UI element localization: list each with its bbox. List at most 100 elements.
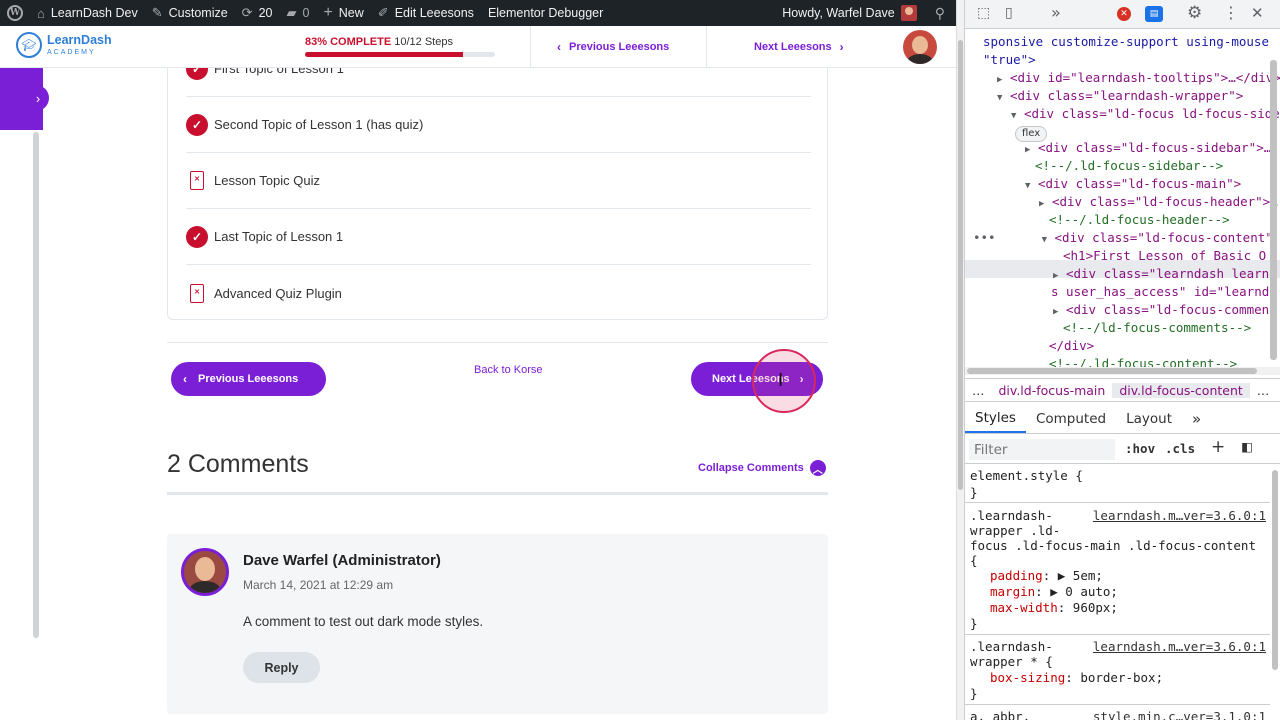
dom-node[interactable]: ▶ <div class="ld-focus-header">… — [1039, 193, 1278, 211]
wp-logo-menu[interactable]: W — [0, 0, 30, 26]
new-rule-plus-icon[interactable]: + — [1211, 437, 1225, 457]
rule-separator — [965, 502, 1270, 503]
topic-item[interactable]: ✓ Second Topic of Lesson 1 (has quiz) — [186, 97, 811, 153]
admin-avatar — [900, 5, 917, 21]
rule-separator — [965, 704, 1270, 705]
focus-content: › ✓ First Topic of Lesson 1 ✓ Second Topic… — [0, 68, 956, 720]
previous-lesson-button[interactable]: ‹ Previous Leeesons — [171, 362, 326, 396]
admin-search[interactable]: ⚲ — [924, 0, 956, 26]
rule-selector[interactable]: .learndash- — [970, 508, 1053, 523]
my-account-menu[interactable]: Howdy, Warfel Dave — [775, 0, 924, 26]
dom-node[interactable]: ▶ <div class="ld-focus-sidebar">… — [1025, 139, 1271, 157]
dom-node[interactable]: ▶ <div id="learndash-tooltips">…</div> — [997, 69, 1280, 87]
reply-button[interactable]: Reply — [243, 652, 320, 683]
device-toolbar-icon[interactable]: ▯ — [1005, 5, 1013, 21]
progress-bar — [305, 52, 495, 57]
elementor-debugger-menu[interactable]: Elementor Debugger — [481, 0, 610, 26]
header-previous-lesson-link[interactable]: ‹ Previous Leeesons — [530, 26, 706, 67]
comment-author: Dave Warfel (Administrator) — [243, 552, 441, 569]
comment-date[interactable]: March 14, 2021 at 12:29 am — [243, 578, 393, 592]
css-property[interactable]: padding: ▶ 5em; — [990, 568, 1103, 583]
breadcrumb-item[interactable]: div.ld-focus-main — [992, 383, 1113, 398]
quiz-item[interactable]: ✕ Advanced Quiz Plugin — [186, 265, 811, 321]
rule-selector[interactable]: focus .ld-focus-main .ld-focus-content — [970, 538, 1256, 553]
rule-source-link[interactable]: learndash.m…ver=3.6.0:1 — [1093, 639, 1266, 654]
inspect-icon[interactable]: ⬚ — [977, 5, 990, 21]
tab-computed[interactable]: Computed — [1026, 404, 1116, 433]
sidebar-expand-button[interactable]: › — [27, 85, 49, 111]
site-name-menu[interactable]: ⌂ LearnDash Dev — [30, 0, 145, 26]
settings-gear-icon[interactable]: ⚙ — [1187, 3, 1202, 23]
chevron-left-icon: ‹ — [183, 372, 187, 386]
more-tabs-icon[interactable]: » — [1182, 404, 1211, 433]
more-tabs-icon[interactable]: » — [1051, 3, 1061, 22]
dom-node[interactable]: ▶ <div class="learndash learn — [1053, 265, 1269, 283]
toggle-sidebar-icon[interactable]: ◧ — [1241, 439, 1253, 454]
rule-selector[interactable]: .learndash- — [970, 639, 1053, 654]
css-property[interactable]: margin: ▶ 0 auto; — [990, 584, 1118, 599]
edit-link[interactable]: ✐ Edit Leeesons — [371, 0, 481, 26]
dom-node[interactable]: sponsive customize-support using-mouse — [983, 33, 1269, 51]
dom-node[interactable]: ▼ <div class="learndash-wrapper"> — [997, 87, 1243, 105]
rule-source-link[interactable]: style.min.c…ver=3.1.0:1 — [1093, 709, 1266, 720]
dom-node[interactable]: </div> — [1049, 337, 1094, 355]
cls-toggle[interactable]: .cls — [1165, 441, 1195, 456]
message-badge-icon[interactable]: ▤ — [1145, 6, 1163, 22]
hov-toggle[interactable]: :hov — [1125, 441, 1155, 456]
back-to-course-link[interactable]: Back to Korse — [474, 364, 542, 376]
css-property[interactable]: max-width: 960px; — [990, 600, 1118, 615]
dom-node[interactable]: s user_has_access" id="learnd — [1051, 283, 1269, 301]
dom-node[interactable]: ▶ <div class="ld-focus-comment — [1053, 301, 1277, 319]
screen: W ⌂ LearnDash Dev ✎ Customize ⟳ 20 ▰ 0 + New … — [0, 0, 1280, 720]
updates-link[interactable]: ⟳ 20 — [235, 0, 280, 26]
chevron-right-icon: › — [839, 39, 844, 54]
dom-comment[interactable]: <!--/ld-focus-comments--> — [1063, 319, 1251, 337]
customize-link[interactable]: ✎ Customize — [145, 0, 235, 26]
comments-link[interactable]: ▰ 0 — [279, 0, 316, 26]
rule-selector[interactable]: wrapper * { — [970, 654, 1053, 669]
breadcrumb-overflow[interactable]: … — [965, 383, 992, 398]
rule-source-link[interactable]: learndash.m…ver=3.6.0:1 — [1093, 508, 1266, 523]
elements-vertical-scrollbar[interactable] — [1270, 60, 1277, 360]
page-scrollbar-thumb[interactable] — [958, 40, 963, 490]
elements-breadcrumb: … div.ld-focus-main div.ld-focus-content… — [965, 378, 1280, 402]
quiz-item[interactable]: ✕ Lesson Topic Quiz — [186, 153, 811, 209]
header-next-lesson-link[interactable]: Next Leeesons › — [706, 26, 888, 67]
dom-comment[interactable]: <!--/.ld-focus-sidebar--> — [1035, 157, 1223, 175]
topic-item[interactable]: ✓ Last Topic of Lesson 1 — [186, 209, 811, 265]
elements-horizontal-scrollbar[interactable] — [965, 367, 1280, 375]
element-style-selector[interactable]: element.style { — [970, 468, 1083, 483]
dom-node[interactable]: "true"> — [983, 51, 1036, 69]
dom-node[interactable]: ▼ <div class="ld-focus-main"> — [1025, 175, 1241, 193]
dom-node[interactable]: ▼ <div class="ld-focus ld-focus-sidebar — [1011, 105, 1280, 123]
kebab-menu-icon[interactable]: ⋮ — [1223, 3, 1239, 22]
dom-node[interactable]: <h1>First Lesson of Basic O — [1063, 247, 1266, 265]
error-badge-icon[interactable]: ✕ — [1117, 7, 1131, 21]
user-avatar[interactable] — [903, 30, 937, 64]
breadcrumb-item-active[interactable]: div.ld-focus-content — [1112, 382, 1250, 398]
styles-filter-input[interactable] — [969, 439, 1115, 460]
new-content-menu[interactable]: + New — [316, 0, 370, 26]
quiz-icon: ✕ — [186, 282, 208, 304]
topic-item[interactable]: ✓ First Topic of Lesson 1 — [186, 68, 811, 97]
dom-node-selected[interactable]: ••• ▼ <div class="ld-focus-content" — [973, 229, 1273, 247]
collapse-comments-link[interactable]: Collapse Comments ︿ — [698, 460, 826, 476]
tab-layout[interactable]: Layout — [1116, 404, 1182, 433]
rule-close: } — [970, 616, 978, 631]
tab-styles[interactable]: Styles — [965, 404, 1026, 433]
sidebar-scrollbar[interactable] — [33, 132, 39, 638]
dom-comment[interactable]: <!--/.ld-focus-header--> — [1049, 211, 1230, 229]
breadcrumb-overflow[interactable]: … — [1250, 383, 1277, 398]
close-icon[interactable]: ✕ — [1251, 4, 1264, 22]
previous-lesson-label: Previous Leeesons — [198, 373, 299, 385]
scrollbar-thumb[interactable] — [967, 368, 1257, 374]
rule-selector[interactable]: wrapper .ld- — [970, 523, 1060, 538]
rule-selector[interactable]: a, abbr, — [970, 709, 1030, 720]
page-scrollbar[interactable] — [956, 0, 964, 720]
css-property[interactable]: box-sizing: border-box; — [990, 670, 1163, 685]
styles-scrollbar[interactable] — [1272, 470, 1278, 670]
site-logo[interactable]: 🎓︎ LearnDash ACADEMY — [16, 32, 112, 58]
new-label: New — [338, 6, 364, 20]
focus-header: 🎓︎ LearnDash ACADEMY 83% COMPLETE 10/12 … — [0, 26, 956, 68]
nav-divider — [167, 342, 828, 343]
